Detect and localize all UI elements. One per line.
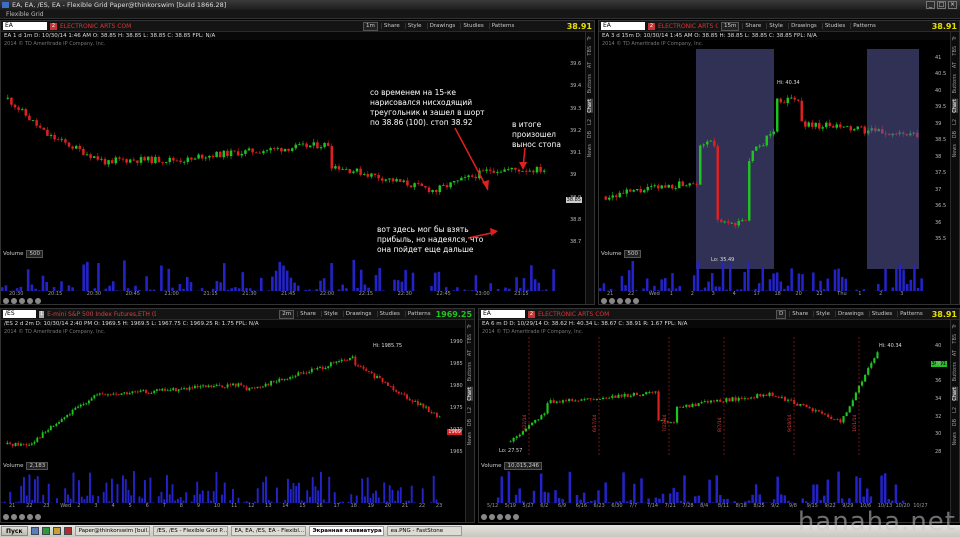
quicklaunch-icon[interactable] [41,527,50,535]
taskbar-item[interactable]: Paper@thinkorswim [buil... [74,526,150,536]
annotation-missed-profit: вот здесь мог бы взять прибыль, но надея… [377,225,484,254]
quicklaunch-icon[interactable] [52,527,61,535]
annotation-short-entry: со временем на 15-ке нарисовался нисходя… [370,88,485,127]
taskbar-item[interactable]: ea.PNG - FastStone [386,526,462,536]
annotation-arrows [454,127,527,239]
quicklaunch-icon[interactable] [63,527,72,535]
taskbar-item[interactable]: EA, EA, /ES, EA - Flexibl... [230,526,306,536]
quicklaunch-icon[interactable] [30,527,39,535]
taskbar-item[interactable]: Экранная клавиатура [308,526,384,536]
taskbar-item[interactable]: /ES, /ES - Flexible Grid P... [152,526,228,536]
start-button[interactable]: Пуск [1,526,28,536]
annotation-stop-out: в итоге произошел вынос стопа [512,120,561,149]
watermark: hanaha.net [797,507,956,537]
